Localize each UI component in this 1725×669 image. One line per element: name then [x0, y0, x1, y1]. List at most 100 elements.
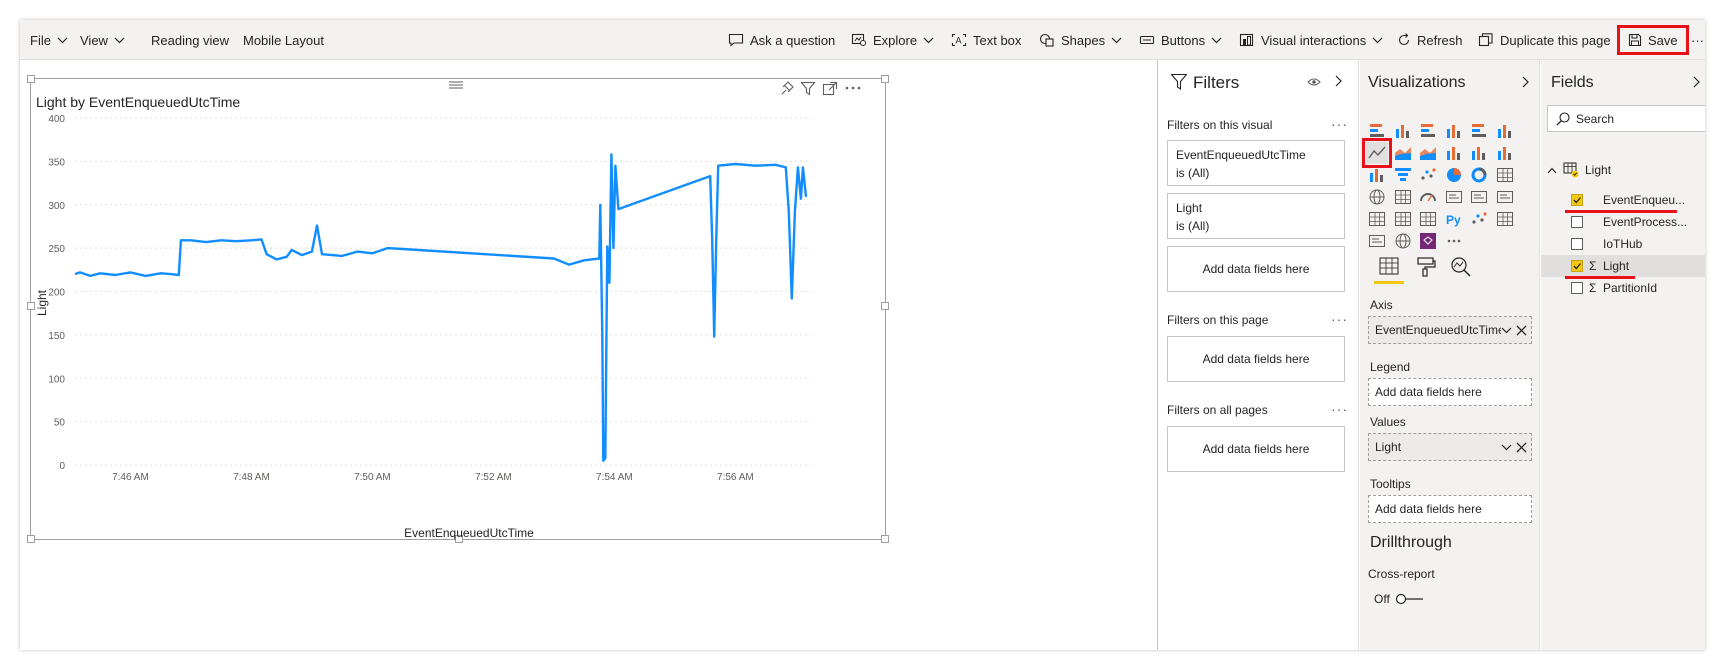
more-options-icon[interactable]: ···	[1331, 311, 1348, 327]
analytics-magnifier-icon[interactable]	[1450, 256, 1472, 278]
field-name: IoTHub	[1603, 237, 1643, 251]
scatter-chart-icon[interactable]	[1417, 164, 1439, 186]
toggle-state-label: Off	[1374, 592, 1390, 606]
cross-report-toggle[interactable]: Off	[1374, 592, 1425, 606]
report-canvas[interactable]: Light by EventEnqueuedUtcTime 0 50 100 150 2…	[20, 60, 1158, 650]
view-menu[interactable]: View	[80, 20, 125, 60]
add-visual-filter-well[interactable]: Add data fields here	[1167, 246, 1345, 292]
shapes-menu[interactable]: Shapes	[1039, 20, 1122, 60]
pie-chart-icon[interactable]	[1443, 164, 1465, 186]
search-input[interactable]: Search	[1547, 105, 1705, 132]
clustered-column-chart-icon[interactable]	[1443, 120, 1465, 142]
checkbox[interactable]	[1571, 216, 1583, 228]
toggle-switch-icon	[1395, 593, 1423, 605]
field-item[interactable]: IoTHub	[1541, 233, 1705, 255]
card-icon[interactable]	[1443, 186, 1465, 208]
add-report-filter-well[interactable]: Add data fields here	[1167, 426, 1345, 472]
checkbox-checked[interactable]	[1571, 260, 1583, 272]
ask-question-button[interactable]: Ask a question	[728, 20, 835, 60]
save-button[interactable]: Save	[1617, 25, 1689, 55]
field-item[interactable]: Σ PartitionId	[1541, 277, 1705, 299]
stacked-bar-chart-icon[interactable]	[1366, 120, 1388, 142]
decomposition-tree-icon[interactable]	[1494, 208, 1516, 230]
checkbox[interactable]	[1571, 282, 1583, 294]
field-item[interactable]: EventProcess...	[1541, 211, 1705, 233]
format-paint-roller-icon[interactable]	[1415, 256, 1437, 278]
chevron-down-icon[interactable]	[1501, 444, 1512, 451]
duplicate-page-button[interactable]: Duplicate this page	[1478, 20, 1611, 60]
treemap-icon[interactable]	[1494, 164, 1516, 186]
table-node-light[interactable]: Light	[1547, 162, 1611, 178]
drag-grip-icon[interactable]	[449, 81, 463, 89]
stacked-bar-chart-icon-glyph	[1370, 124, 1384, 137]
text-box-button[interactable]: A Text box	[951, 20, 1021, 60]
chevron-right-icon[interactable]	[1522, 76, 1530, 88]
funnel-chart-icon[interactable]	[1392, 164, 1414, 186]
line-and-column-chart-icon[interactable]	[1443, 142, 1465, 164]
more-options-icon[interactable]: ···	[1331, 116, 1348, 132]
field-item[interactable]: EventEnqueu...	[1541, 189, 1705, 211]
scatter-chart-icon-glyph	[1421, 168, 1436, 180]
arcgis-map-icon[interactable]	[1392, 230, 1414, 252]
stacked-column-chart-icon[interactable]	[1392, 120, 1414, 142]
chevron-down-icon[interactable]	[1501, 327, 1512, 334]
map-icon[interactable]	[1366, 186, 1388, 208]
100-stacked-bar-chart-icon[interactable]	[1468, 120, 1490, 142]
close-icon[interactable]	[1516, 442, 1527, 453]
visual-interactions-menu[interactable]: Visual interactions	[1239, 20, 1383, 60]
fields-tab-icon[interactable]	[1378, 256, 1400, 278]
axis-well[interactable]: EventEnqueuedUtcTime	[1368, 316, 1532, 344]
clustered-bar-chart-icon[interactable]	[1417, 120, 1439, 142]
gauge-icon[interactable]	[1417, 186, 1439, 208]
y-tick-label: 150	[48, 331, 65, 342]
slicer-icon[interactable]	[1366, 208, 1388, 230]
multi-row-card-icon[interactable]	[1468, 186, 1490, 208]
refresh-button[interactable]: Refresh	[1397, 20, 1463, 60]
tooltips-well[interactable]: Add data fields here	[1368, 495, 1532, 523]
cross-report-label: Cross-report	[1368, 567, 1435, 581]
file-menu[interactable]: File	[30, 20, 68, 60]
field-item[interactable]: Σ Light	[1541, 255, 1705, 277]
stacked-area-chart-icon[interactable]	[1417, 142, 1439, 164]
chevron-down-icon	[57, 37, 68, 43]
checkbox-checked[interactable]	[1571, 194, 1583, 206]
more-visuals-icon[interactable]	[1443, 230, 1465, 252]
filter-icon[interactable]	[800, 81, 816, 96]
values-well[interactable]: Light	[1368, 433, 1532, 461]
kpi-icon[interactable]	[1494, 186, 1516, 208]
python-visual-icon[interactable]: Py	[1443, 208, 1465, 230]
power-apps-icon[interactable]	[1417, 230, 1439, 252]
line-chart-visual[interactable]: Light by EventEnqueuedUtcTime 0 50 100 150 2…	[27, 75, 889, 543]
donut-chart-icon[interactable]	[1468, 164, 1490, 186]
scatter-bar-icon[interactable]	[1366, 164, 1388, 186]
add-page-filter-well[interactable]: Add data fields here	[1167, 336, 1345, 382]
explore-menu[interactable]: Explore	[851, 20, 934, 60]
table-icon[interactable]	[1392, 208, 1414, 230]
focus-mode-icon[interactable]	[822, 81, 838, 96]
matrix-icon[interactable]	[1417, 208, 1439, 230]
qa-icon[interactable]	[1366, 230, 1388, 252]
waterfall-chart-icon[interactable]	[1494, 142, 1516, 164]
filled-map-icon[interactable]	[1392, 186, 1414, 208]
checkbox[interactable]	[1571, 238, 1583, 250]
key-influencers-icon[interactable]	[1468, 208, 1490, 230]
tooltips-well-label: Tooltips	[1370, 477, 1411, 491]
pin-icon[interactable]	[781, 81, 794, 95]
area-chart-icon[interactable]	[1392, 142, 1414, 164]
close-icon[interactable]	[1516, 325, 1527, 336]
mobile-layout-button[interactable]: Mobile Layout	[243, 20, 324, 60]
more-options-icon[interactable]	[845, 86, 861, 90]
line-chart-icon[interactable]	[1362, 138, 1392, 168]
ribbon-chart-icon[interactable]	[1468, 142, 1490, 164]
filter-card-light[interactable]: Light is (All)	[1167, 193, 1345, 239]
filter-card-eventenqueuedutctime[interactable]: EventEnqueuedUtcTime is (All)	[1167, 140, 1345, 186]
chevron-right-icon[interactable]	[1335, 75, 1343, 87]
more-options-icon[interactable]: ···	[1331, 401, 1348, 417]
legend-well[interactable]: Add data fields here	[1368, 378, 1532, 406]
100-stacked-column-chart-icon[interactable]	[1494, 120, 1516, 142]
reading-view-button[interactable]: Reading view	[151, 20, 229, 60]
chevron-right-icon[interactable]	[1693, 76, 1701, 88]
buttons-menu[interactable]: Buttons	[1139, 20, 1222, 60]
more-options-button[interactable]: ···	[1691, 20, 1704, 60]
eye-icon[interactable]	[1307, 77, 1321, 87]
